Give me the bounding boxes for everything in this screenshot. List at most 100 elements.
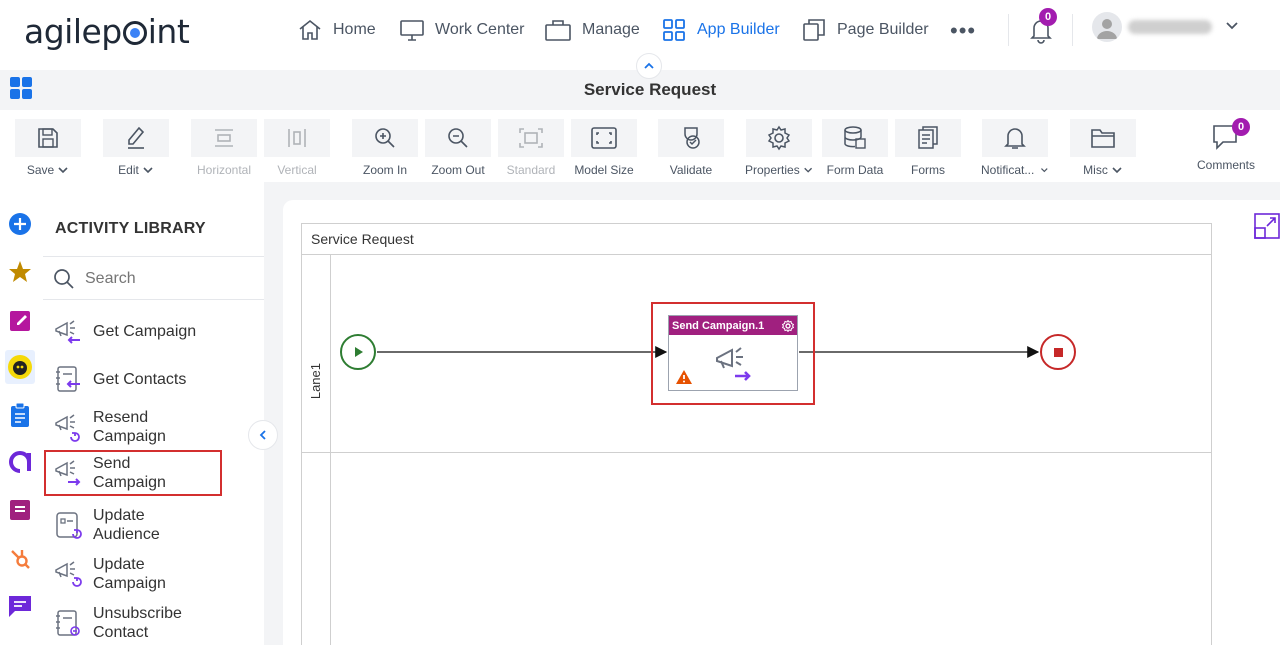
zoom-out-label: Zoom Out [431, 163, 485, 177]
horizontal-button[interactable]: Horizontal [190, 119, 258, 177]
rail-mailchimp[interactable] [5, 350, 35, 384]
rail-agilepoint[interactable] [5, 445, 35, 479]
forms-button[interactable]: Forms [894, 119, 962, 177]
nav-work-center-label: Work Center [435, 21, 525, 38]
pool-title: Service Request [302, 224, 1211, 255]
library-divider [43, 256, 264, 257]
nav-page-builder[interactable]: Page Builder [802, 16, 929, 44]
comments-badge: 0 [1232, 118, 1250, 136]
library-item-update-audience[interactable]: Update Audience [53, 506, 253, 544]
nav-home-label: Home [333, 21, 376, 38]
zoom-in-button[interactable]: Zoom In [351, 119, 419, 177]
nav-app-builder-label: App Builder [697, 21, 780, 38]
lane-label: Lane1 [308, 363, 323, 400]
misc-label: Misc [1083, 163, 1108, 177]
comments-label: Comments [1196, 158, 1255, 172]
avatar[interactable] [1092, 12, 1122, 42]
standard-button[interactable]: Standard [497, 119, 565, 177]
database-icon [844, 126, 866, 149]
connector-rail [0, 200, 42, 645]
rail-clipboard[interactable] [5, 398, 35, 432]
nav-home[interactable]: Home [297, 16, 376, 44]
library-item-update-campaign[interactable]: Update Campaign [53, 555, 253, 593]
library-item-get-contacts[interactable]: Get Contacts [53, 364, 253, 394]
nav-divider [1008, 14, 1009, 46]
send-campaign-icon [713, 344, 753, 389]
library-item-unsubscribe-contact[interactable]: Unsubscribe Contact [53, 604, 253, 642]
nav-manage[interactable]: Manage [544, 16, 640, 44]
logo-text-part2: int [147, 12, 190, 51]
chevron-down-icon [58, 167, 68, 174]
more-menu-icon[interactable]: ••• [950, 18, 976, 44]
vertical-button[interactable]: Vertical [263, 119, 331, 177]
document-icon [10, 500, 30, 520]
end-event[interactable] [1040, 334, 1076, 370]
notifications-button[interactable]: 0 [1028, 8, 1057, 49]
nav-app-builder[interactable]: App Builder [662, 16, 780, 44]
notifications-label: Notificat... [981, 163, 1035, 177]
edit-button[interactable]: Edit [102, 119, 170, 177]
horizontal-label: Horizontal [196, 163, 252, 177]
rail-documents[interactable] [5, 493, 35, 527]
warning-icon[interactable] [675, 369, 693, 390]
rail-forms[interactable] [5, 303, 35, 337]
rail-favorites[interactable] [5, 255, 35, 289]
model-size-label: Model Size [574, 163, 634, 177]
misc-button[interactable]: Misc [1069, 119, 1137, 177]
chevron-up-icon [644, 62, 654, 69]
save-label: Save [26, 163, 55, 177]
agilepoint-logo[interactable]: agilep int [24, 12, 190, 51]
chevron-down-icon [143, 167, 153, 174]
username-redacted [1128, 20, 1212, 34]
get-campaign-icon [55, 320, 80, 344]
pages-icon [803, 19, 825, 41]
rail-hubspot[interactable] [5, 541, 35, 575]
library-item-label: Send Campaign [93, 455, 166, 491]
get-contacts-icon [56, 366, 80, 392]
comments-button[interactable]: 0 Comments [1194, 118, 1258, 172]
library-item-label: Resend Campaign [93, 409, 166, 445]
activity-library-title: ACTIVITY LIBRARY [55, 220, 206, 237]
top-navigation: agilep int Home Work Center Manage App Bu… [0, 0, 1280, 64]
activity-title: Send Campaign.1 [672, 319, 765, 332]
library-item-get-campaign[interactable]: Get Campaign [53, 316, 253, 346]
properties-button[interactable]: Properties [745, 119, 813, 177]
user-menu-chevron-icon[interactable] [1224, 18, 1240, 39]
logo-dot-icon [122, 21, 147, 45]
start-event[interactable] [340, 334, 376, 370]
play-icon [355, 347, 363, 357]
grid-icon [663, 19, 685, 41]
maximize-icon[interactable] [1254, 213, 1280, 244]
standard-label: Standard [506, 163, 556, 177]
library-search-input[interactable] [85, 270, 235, 288]
library-item-label: Update Campaign [93, 556, 166, 592]
send-campaign-activity[interactable]: Send Campaign.1 [668, 315, 798, 391]
lane-divider [302, 452, 1211, 453]
chevron-down-icon [1041, 168, 1048, 173]
more-menu-label: ••• [950, 18, 977, 43]
activity-header: Send Campaign.1 [669, 316, 797, 335]
model-size-button[interactable]: Model Size [570, 119, 638, 177]
nav-work-center[interactable]: Work Center [399, 16, 525, 44]
save-button[interactable]: Save [14, 119, 82, 177]
collapse-header-button[interactable] [636, 53, 662, 79]
library-item-label: Unsubscribe Contact [93, 605, 182, 641]
validate-label: Validate [669, 163, 713, 177]
library-item-send-campaign[interactable]: Send Campaign [44, 450, 222, 496]
vertical-label: Vertical [277, 163, 317, 177]
notifications-toolbar-button[interactable]: Notificat... [981, 119, 1049, 177]
collapse-library-button[interactable] [248, 420, 278, 450]
rail-chat[interactable] [5, 589, 35, 623]
properties-label: Properties [745, 163, 800, 177]
chevron-down-icon [1112, 167, 1122, 174]
validate-button[interactable]: Validate [657, 119, 725, 177]
gear-icon[interactable] [782, 319, 794, 332]
form-data-button[interactable]: Form Data [821, 119, 889, 177]
clipboard-icon [11, 402, 29, 427]
library-item-resend-campaign[interactable]: Resend Campaign [53, 408, 253, 446]
home-icon [299, 19, 321, 40]
zoom-out-button[interactable]: Zoom Out [424, 119, 492, 177]
plus-circle-icon [9, 213, 31, 235]
lane-header[interactable]: Lane1 [302, 255, 331, 645]
rail-add[interactable] [5, 207, 35, 241]
